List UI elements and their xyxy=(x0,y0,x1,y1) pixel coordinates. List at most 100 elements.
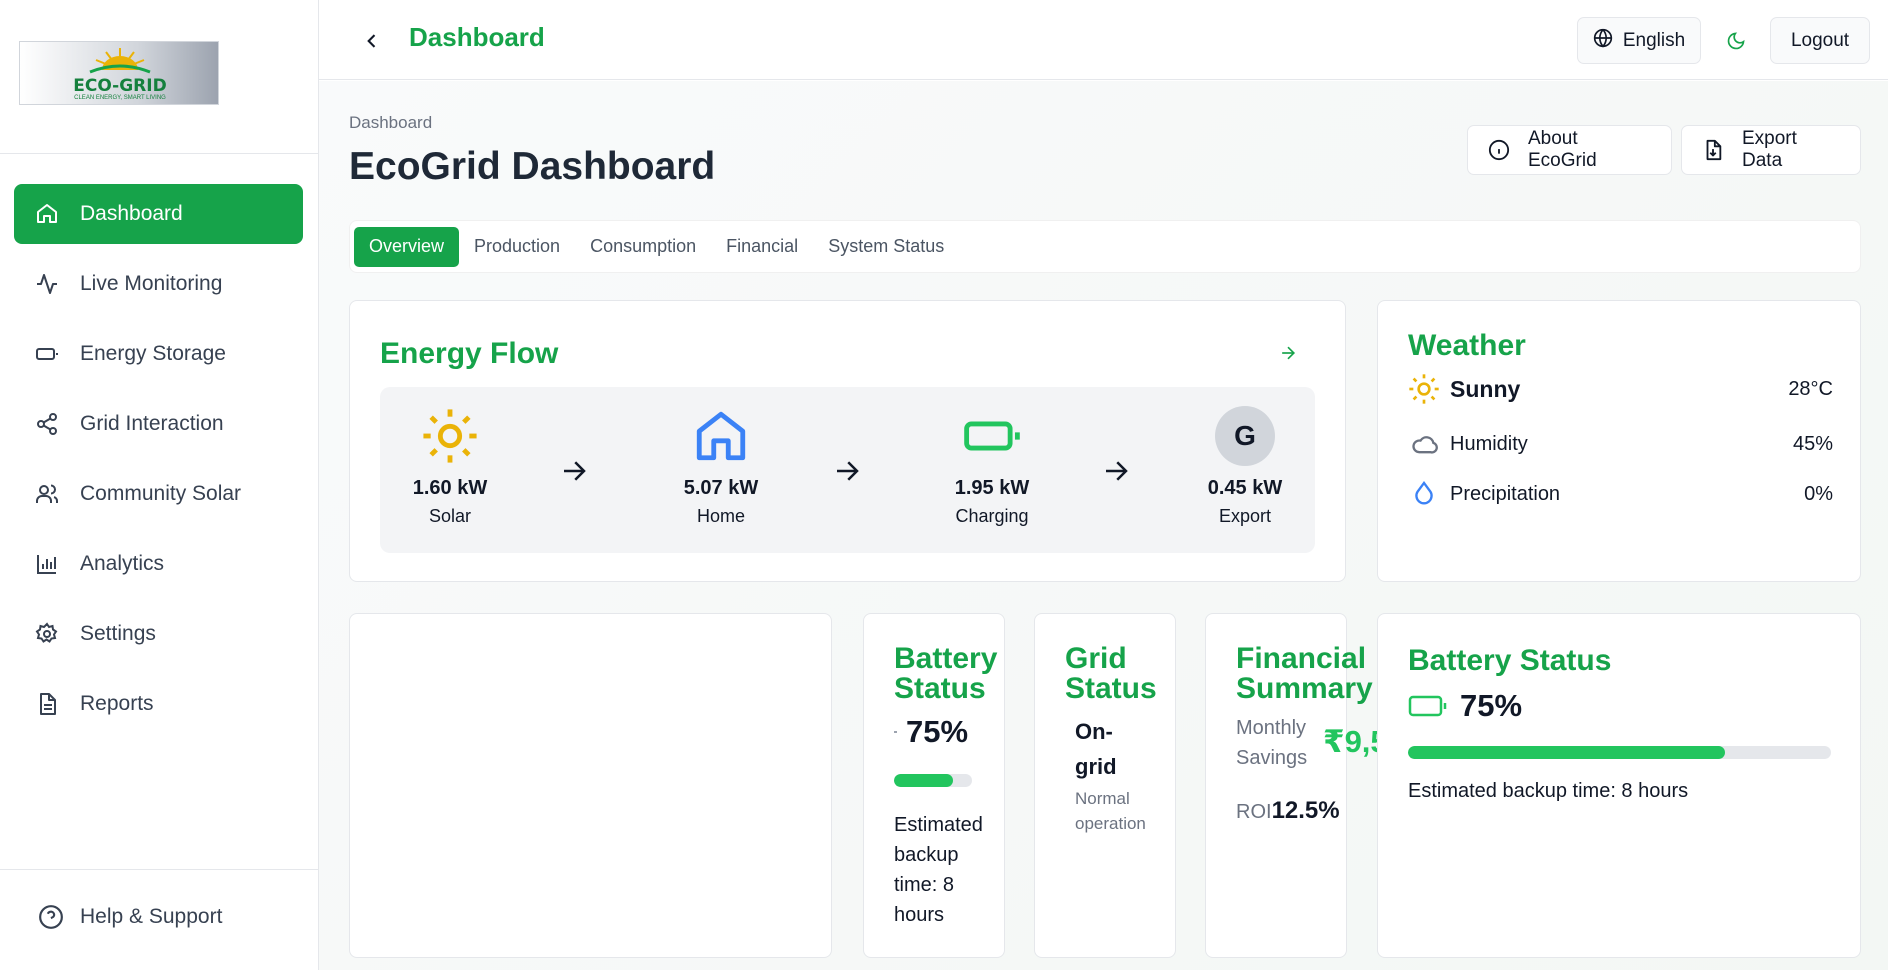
help-support-link[interactable]: Help & Support xyxy=(38,904,222,930)
flow-node-export: G 0.45 kW Export xyxy=(1175,406,1315,527)
battery-backup-text: Estimated backup time: 8 hours xyxy=(1408,780,1689,802)
financial-summary-title: Financial Summary xyxy=(1236,644,1373,704)
title-line: Grid xyxy=(1065,642,1127,675)
roi-row: ROI 12.5% xyxy=(1236,797,1340,825)
sidebar-item-community-solar[interactable]: Community Solar xyxy=(14,464,303,524)
battery-backup-text: Estimated backup time: 8 hours xyxy=(894,810,983,930)
logo-tagline: CLEAN ENERGY, SMART LIVING xyxy=(74,95,166,101)
arrow-right-icon xyxy=(1101,456,1131,486)
sidebar-divider xyxy=(0,869,319,870)
battery-percent-row: 75% xyxy=(894,714,968,750)
tab-financial[interactable]: Financial xyxy=(711,227,813,267)
bar-chart-icon xyxy=(34,551,60,577)
precipitation-label: Precipitation xyxy=(1450,482,1561,505)
info-icon xyxy=(1488,139,1510,161)
cloud-icon xyxy=(1408,428,1440,460)
moon-icon xyxy=(1727,32,1745,50)
arrow-right-icon xyxy=(832,456,862,486)
text-line: grid xyxy=(1075,754,1117,779)
sidebar-item-label: Grid Interaction xyxy=(80,412,224,435)
sun-icon xyxy=(380,407,520,465)
precipitation-row: Precipitation 0% xyxy=(1408,478,1833,510)
battery-percent: 75% xyxy=(1460,688,1523,723)
weather-condition: Sunny xyxy=(1450,375,1521,402)
flow-node-solar: 1.60 kW Solar xyxy=(380,407,520,527)
sidebar-item-reports[interactable]: Reports xyxy=(14,674,303,734)
gear-icon xyxy=(34,621,60,647)
battery-icon xyxy=(894,731,897,733)
flow-label: Export xyxy=(1218,506,1272,526)
sidebar-item-analytics[interactable]: Analytics xyxy=(14,534,303,594)
humidity-label: Humidity xyxy=(1450,432,1528,455)
battery-progress-track xyxy=(1408,746,1831,759)
flow-value: 5.07 kW xyxy=(683,477,759,499)
sidebar-item-live-monitoring[interactable]: Live Monitoring xyxy=(14,254,303,314)
grid-status-card: Grid Status On- grid Normal operation xyxy=(1034,613,1176,958)
tab-consumption[interactable]: Consumption xyxy=(575,227,711,267)
sidebar-divider xyxy=(0,153,319,154)
sidebar-item-energy-storage[interactable]: Energy Storage xyxy=(14,324,303,384)
weather-card: Weather Sunny 28°C Humidity 45% Precipit… xyxy=(1377,300,1861,582)
sidebar-item-label: Live Monitoring xyxy=(80,272,223,295)
energy-flow-card: Energy Flow 1.60 kW Solar 5.07 kW Home 1… xyxy=(349,300,1346,582)
globe-icon xyxy=(1593,28,1613,54)
humidity-row: Humidity 45% xyxy=(1408,428,1833,460)
battery-percent: 75% xyxy=(906,714,969,749)
breadcrumb[interactable]: Dashboard xyxy=(349,113,432,133)
tab-overview[interactable]: Overview xyxy=(354,226,460,267)
home-icon xyxy=(651,407,791,465)
theme-toggle[interactable] xyxy=(1719,24,1753,58)
text-line: Estimated xyxy=(894,814,983,836)
back-button[interactable] xyxy=(359,28,385,54)
sidebar-item-label: Settings xyxy=(80,622,156,645)
sun-icon xyxy=(1408,373,1440,405)
users-icon xyxy=(34,481,60,507)
export-data-button[interactable]: Export Data xyxy=(1681,125,1861,175)
monthly-savings-label: Monthly Savings xyxy=(1236,713,1307,773)
sidebar-item-label: Energy Storage xyxy=(80,342,226,365)
battery-icon xyxy=(34,341,60,367)
language-selector[interactable]: English xyxy=(1577,17,1701,64)
text-line: On- xyxy=(1075,719,1113,744)
empty-card xyxy=(349,613,832,958)
logo-text: ECO-GRID xyxy=(73,76,167,96)
title-line: Battery xyxy=(894,642,998,675)
sidebar: ECO-GRID CLEAN ENERGY, SMART LIVING Dash… xyxy=(0,0,319,970)
text-line: Normal xyxy=(1075,789,1130,808)
sidebar-item-label: Community Solar xyxy=(80,482,242,505)
about-label: About EcoGrid xyxy=(1528,128,1597,171)
grid-status-note: Normal operation xyxy=(1075,786,1146,836)
sidebar-item-dashboard[interactable]: Dashboard xyxy=(14,184,303,244)
battery-status-card-small: Battery Status 75% Estimated backup time… xyxy=(863,613,1005,958)
eco-grid-logo[interactable]: ECO-GRID CLEAN ENERGY, SMART LIVING xyxy=(19,41,219,105)
flow-value: 1.95 kW xyxy=(954,477,1030,499)
logout-button[interactable]: Logout xyxy=(1770,17,1870,64)
text-line: Savings xyxy=(1236,747,1308,769)
energy-flow-diagram: 1.60 kW Solar 5.07 kW Home 1.95 kW Charg… xyxy=(380,387,1315,553)
battery-status-title: Battery Status xyxy=(894,644,997,704)
sidebar-item-settings[interactable]: Settings xyxy=(14,604,303,664)
roi-label: ROI xyxy=(1236,801,1272,823)
sidebar-item-grid-interaction[interactable]: Grid Interaction xyxy=(14,394,303,454)
battery-progress-fill xyxy=(894,774,953,787)
flow-label: Home xyxy=(696,506,745,526)
help-circle-icon xyxy=(38,904,64,930)
roi-value: 12.5% xyxy=(1271,797,1340,824)
tab-system-status[interactable]: System Status xyxy=(813,227,959,267)
droplet-icon xyxy=(1408,478,1440,510)
share-icon xyxy=(34,411,60,437)
tab-production[interactable]: Production xyxy=(459,227,575,267)
tab-bar: Overview Production Consumption Financia… xyxy=(349,220,1861,273)
battery-icon xyxy=(922,407,1062,465)
help-label: Help & Support xyxy=(80,905,223,928)
activity-icon xyxy=(34,271,60,297)
sidebar-item-label: Dashboard xyxy=(80,202,183,225)
text-line: operation xyxy=(1075,814,1146,833)
energy-flow-details-link[interactable] xyxy=(1278,343,1300,365)
financial-summary-card: Financial Summary Monthly Savings ₹9,5 R… xyxy=(1205,613,1383,958)
grid-badge: G xyxy=(1215,406,1275,466)
sidebar-item-label: Reports xyxy=(80,692,154,715)
title-line: Financial xyxy=(1236,642,1367,675)
about-ecogrid-button[interactable]: About EcoGrid xyxy=(1467,125,1672,175)
flow-node-badge-slot: G xyxy=(1175,406,1315,466)
